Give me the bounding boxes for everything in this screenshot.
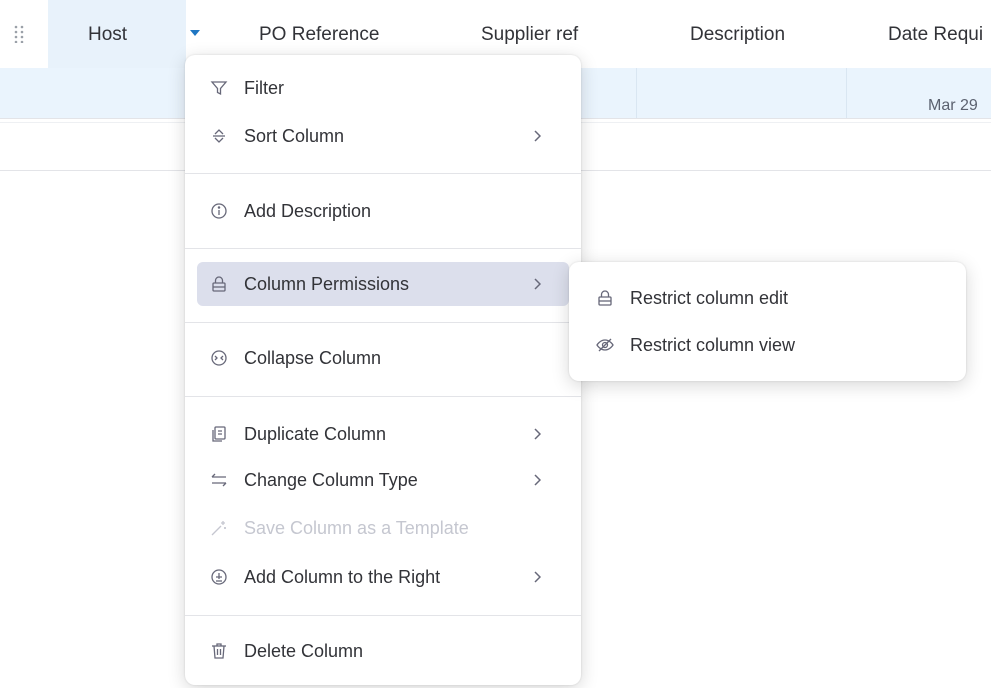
submenu-item-restrict-column-edit[interactable]: Restrict column edit [583, 276, 953, 320]
column-header-date-required[interactable]: Date Requi [888, 24, 983, 46]
menu-item-collapse-column[interactable]: Collapse Column [197, 336, 569, 380]
info-icon [208, 200, 230, 222]
menu-item-label: Save Column as a Template [244, 517, 469, 538]
collapse-icon [208, 347, 230, 369]
lock-icon [594, 287, 616, 309]
filter-icon [208, 77, 230, 99]
date-required-cell[interactable]: Mar 29 [928, 97, 978, 115]
menu-item-save-column-as-template: Save Column as a Template [197, 506, 569, 550]
sort-icon [208, 125, 230, 147]
chevron-right-icon [527, 126, 547, 146]
menu-separator [185, 396, 581, 397]
menu-item-column-permissions[interactable]: Column Permissions [197, 262, 569, 306]
cell-divider [846, 68, 847, 118]
eye-off-icon [594, 334, 616, 356]
menu-item-label: Delete Column [244, 640, 364, 661]
menu-item-duplicate-column[interactable]: Duplicate Column [197, 412, 569, 456]
menu-item-label: Add Column to the Right [244, 566, 441, 587]
menu-item-label: Restrict column edit [630, 287, 789, 308]
cell-divider [636, 68, 637, 118]
column-header-description[interactable]: Description [690, 24, 785, 46]
swap-icon [208, 469, 230, 491]
chevron-right-icon [527, 470, 547, 490]
menu-item-change-column-type[interactable]: Change Column Type [197, 458, 569, 502]
menu-item-filter[interactable]: Filter [197, 66, 569, 110]
menu-separator [185, 248, 581, 249]
column-header-host[interactable]: Host [88, 24, 127, 46]
menu-item-label: Sort Column [244, 125, 345, 146]
menu-item-add-column-right[interactable]: Add Column to the Right [197, 555, 569, 599]
lock-icon [208, 273, 230, 295]
submenu-item-restrict-column-view[interactable]: Restrict column view [583, 323, 953, 367]
chevron-right-icon [527, 274, 547, 294]
menu-separator [185, 322, 581, 323]
chevron-right-icon [527, 567, 547, 587]
menu-item-label: Duplicate Column [244, 423, 387, 444]
menu-item-label: Add Description [244, 200, 372, 221]
column-header-po-reference[interactable]: PO Reference [259, 24, 379, 46]
column-permissions-submenu: Restrict column edit Restrict column vie… [569, 262, 966, 381]
menu-item-label: Collapse Column [244, 347, 382, 368]
chevron-right-icon [527, 424, 547, 444]
menu-separator [185, 173, 581, 174]
magic-wand-icon [208, 517, 230, 539]
menu-item-label: Column Permissions [244, 273, 410, 294]
menu-separator [185, 615, 581, 616]
menu-item-label: Change Column Type [244, 469, 418, 490]
menu-item-sort-column[interactable]: Sort Column [197, 114, 569, 158]
menu-item-delete-column[interactable]: Delete Column [197, 629, 569, 673]
menu-item-add-description[interactable]: Add Description [197, 189, 569, 233]
drag-handle-icon[interactable] [12, 22, 26, 46]
trash-icon [208, 640, 230, 662]
column-header-supplier-ref[interactable]: Supplier ref [481, 24, 578, 46]
menu-item-label: Restrict column view [630, 334, 796, 355]
column-menu-caret-icon[interactable] [190, 30, 200, 36]
duplicate-icon [208, 423, 230, 445]
menu-item-label: Filter [244, 77, 284, 98]
column-context-menu: Filter Sort Column Add Description Colum… [185, 55, 581, 685]
add-circle-icon [208, 566, 230, 588]
